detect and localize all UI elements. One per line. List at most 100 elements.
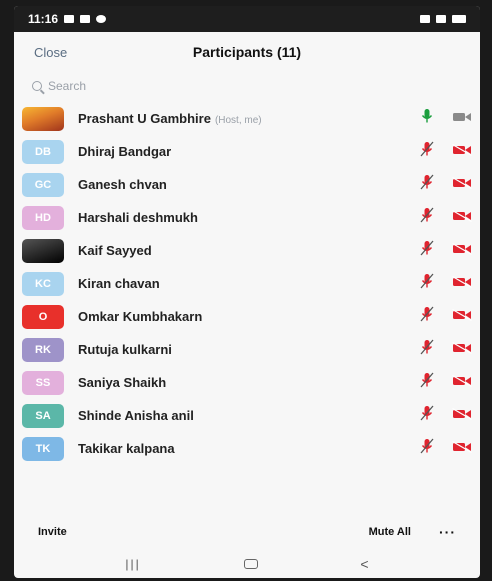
microphone-muted-icon[interactable]	[420, 240, 434, 261]
participant-row[interactable]: SA Shinde Anisha anil	[14, 399, 480, 432]
avatar: GC	[22, 172, 64, 197]
microphone-muted-icon[interactable]	[420, 141, 434, 162]
battery-icon	[452, 15, 466, 23]
video-camera-off-icon[interactable]	[452, 209, 472, 227]
home-button[interactable]	[243, 559, 258, 569]
participant-name-text: Saniya Shaikh	[78, 375, 167, 390]
microphone-icon[interactable]	[420, 108, 434, 129]
participant-name: Kaif Sayyed	[78, 243, 402, 258]
more-options-button[interactable]: ···	[439, 524, 456, 540]
participant-name-text: Omkar Kumbhakarn	[78, 309, 203, 324]
participant-name-text: Takikar kalpana	[78, 441, 175, 456]
video-camera-off-icon[interactable]	[452, 176, 472, 194]
participant-status-icons	[402, 207, 472, 228]
participant-status-icons	[402, 240, 472, 261]
microphone-muted-icon[interactable]	[420, 207, 434, 228]
chat-icon	[96, 15, 107, 23]
participants-header: Close Participants (11)	[14, 32, 480, 72]
video-camera-off-icon[interactable]	[452, 440, 472, 458]
participant-row[interactable]: Prashant U Gambhire (Host, me)	[14, 102, 480, 135]
participant-row[interactable]: RK Rutuja kulkarni	[14, 333, 480, 366]
participant-name-text: Harshali deshmukh	[78, 210, 198, 225]
participant-row[interactable]: GC Ganesh chvan	[14, 168, 480, 201]
participant-row[interactable]: Kaif Sayyed	[14, 234, 480, 267]
status-time: 11:16	[28, 12, 59, 26]
avatar: SS	[22, 370, 64, 395]
participant-row[interactable]: KC Kiran chavan	[14, 267, 480, 300]
microphone-muted-icon[interactable]	[420, 438, 434, 459]
microphone-muted-icon[interactable]	[420, 372, 434, 393]
participant-status-icons	[402, 141, 472, 162]
participant-list: Prashant U Gambhire (Host, me) DB Dhiraj Ba…	[14, 102, 480, 465]
video-camera-off-icon[interactable]	[452, 374, 472, 392]
participant-status-icons	[402, 273, 472, 294]
signal-icon	[420, 15, 430, 23]
participant-status-icons	[402, 372, 472, 393]
video-camera-off-icon[interactable]	[452, 143, 472, 161]
avatar: O	[22, 304, 64, 329]
page-title: Participants (11)	[192, 44, 302, 60]
video-camera-off-icon[interactable]	[452, 275, 472, 293]
wifi-icon	[436, 15, 446, 23]
close-button[interactable]: Close	[34, 45, 67, 60]
participant-status-icons	[402, 174, 472, 195]
avatar: TK	[22, 436, 64, 461]
back-button[interactable]: <	[360, 556, 368, 572]
notification-icon	[64, 15, 75, 23]
search-icon	[32, 81, 42, 91]
recent-apps-button[interactable]: |||	[125, 557, 140, 571]
participant-row[interactable]: TK Takikar kalpana	[14, 432, 480, 465]
participant-name-text: Kiran chavan	[78, 276, 160, 291]
participant-name-text: Ganesh chvan	[78, 177, 167, 192]
phone-screen: 11:16 Close Participants (11) Prashant U…	[14, 6, 480, 578]
participant-name: Prashant U Gambhire (Host, me)	[78, 111, 402, 126]
avatar: RK	[22, 337, 64, 362]
video-camera-off-icon[interactable]	[452, 407, 472, 425]
host-tag: (Host, me)	[214, 115, 262, 126]
participant-name: Kiran chavan	[78, 276, 402, 291]
video-camera-off-icon[interactable]	[452, 341, 472, 359]
avatar: HD	[22, 205, 64, 230]
microphone-muted-icon[interactable]	[420, 306, 434, 327]
message-icon	[80, 15, 91, 23]
invite-button[interactable]: Invite	[38, 526, 67, 538]
avatar	[22, 106, 64, 131]
participant-name: Shinde Anisha anil	[78, 408, 402, 423]
participant-status-icons	[402, 108, 472, 129]
participant-row[interactable]: DB Dhiraj Bandgar	[14, 135, 480, 168]
participant-status-icons	[402, 405, 472, 426]
participant-status-icons	[402, 339, 472, 360]
video-camera-icon[interactable]	[452, 110, 472, 128]
participant-name: Ganesh chvan	[78, 177, 402, 192]
participant-name: Omkar Kumbhakarn	[78, 309, 402, 324]
avatar: SA	[22, 403, 64, 428]
avatar: KC	[22, 271, 64, 296]
video-camera-off-icon[interactable]	[452, 308, 472, 326]
mute-all-button[interactable]: Mute All	[369, 526, 411, 538]
participant-name-text: Dhiraj Bandgar	[78, 144, 172, 159]
avatar	[22, 238, 64, 263]
status-bar: 11:16	[14, 6, 480, 32]
participant-row[interactable]: HD Harshali deshmukh	[14, 201, 480, 234]
microphone-muted-icon[interactable]	[420, 405, 434, 426]
participant-name: Rutuja kulkarni	[78, 342, 402, 357]
footer-toolbar: Invite Mute All ···	[14, 514, 480, 550]
participant-name-text: Shinde Anisha anil	[78, 408, 194, 423]
search-input[interactable]	[48, 79, 348, 93]
participant-name: Saniya Shaikh	[78, 375, 402, 390]
microphone-muted-icon[interactable]	[420, 174, 434, 195]
avatar: DB	[22, 139, 64, 164]
participant-row[interactable]: O Omkar Kumbhakarn	[14, 300, 480, 333]
microphone-muted-icon[interactable]	[420, 339, 434, 360]
participant-name-text: Rutuja kulkarni	[78, 342, 172, 357]
participant-row[interactable]: SS Saniya Shaikh	[14, 366, 480, 399]
microphone-muted-icon[interactable]	[420, 273, 434, 294]
participant-name: Harshali deshmukh	[78, 210, 402, 225]
android-nav-bar: ||| <	[14, 550, 480, 578]
video-camera-off-icon[interactable]	[452, 242, 472, 260]
participant-name: Takikar kalpana	[78, 441, 402, 456]
search-bar[interactable]	[32, 72, 462, 100]
participant-name: Dhiraj Bandgar	[78, 144, 402, 159]
participant-name-text: Prashant U Gambhire	[78, 111, 211, 126]
participant-status-icons	[402, 306, 472, 327]
